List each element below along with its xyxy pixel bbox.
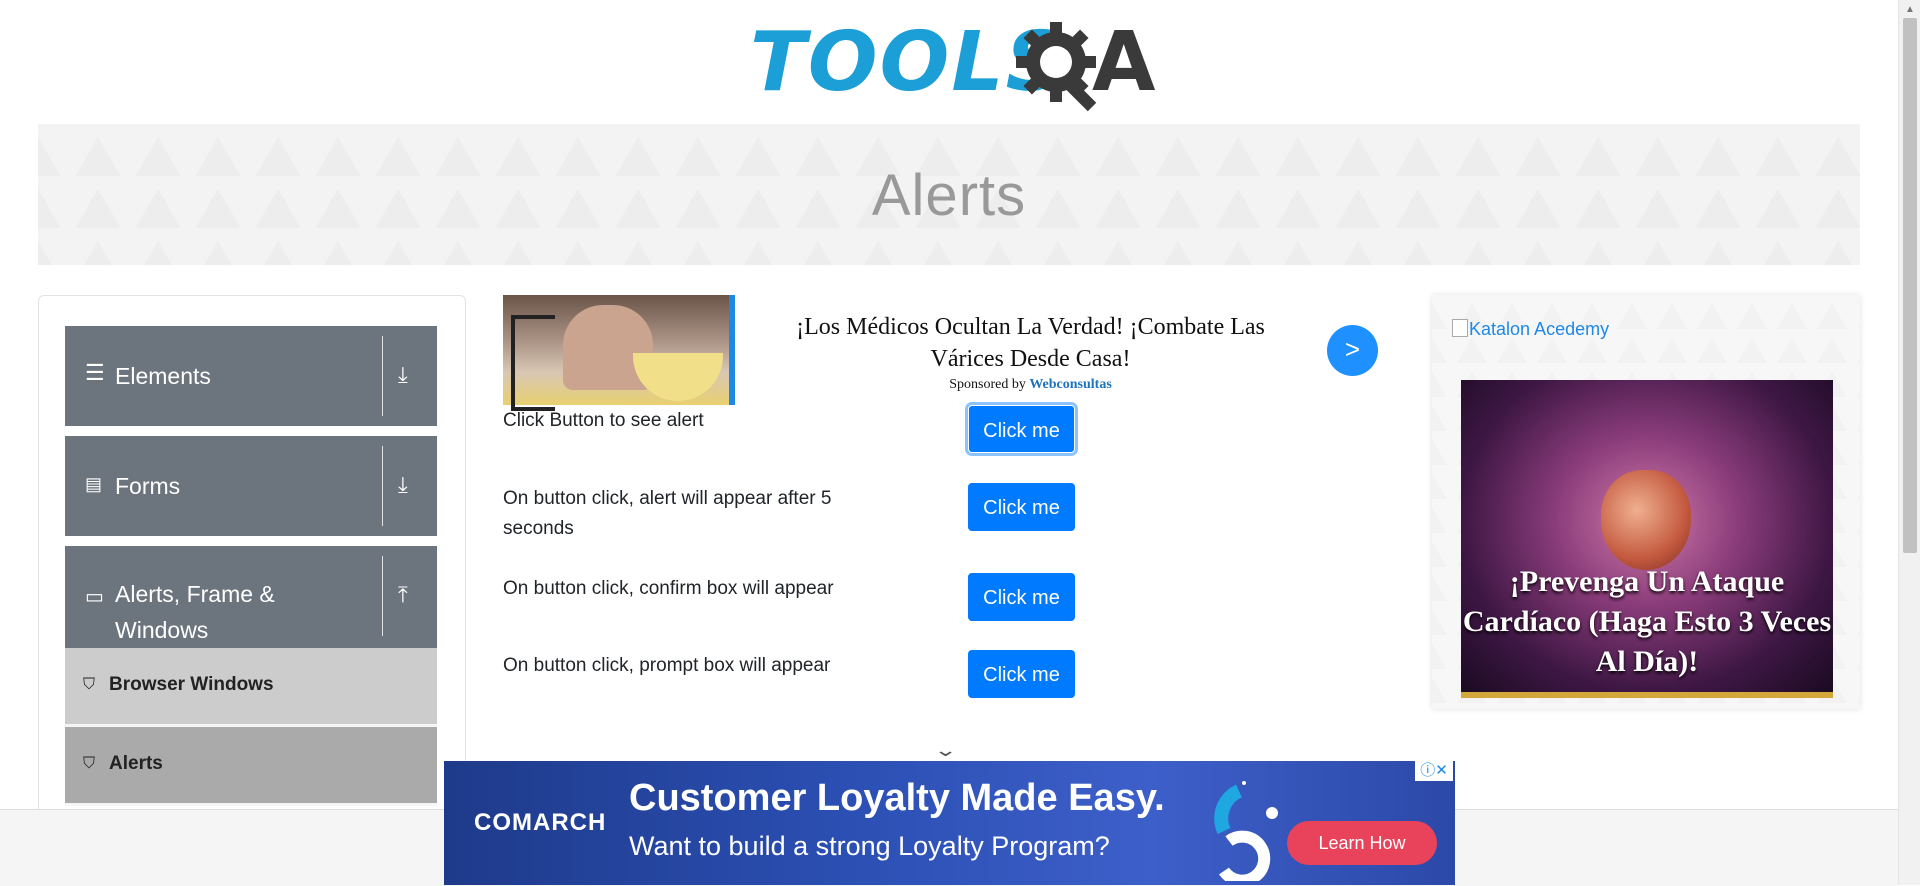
right-ad-panel: Katalon Acedemy ¡Prevenga Un Ataque Card…	[1432, 295, 1860, 709]
ad-bottom-subline: Want to build a strong Loyalty Program?	[629, 831, 1110, 861]
alert-button[interactable]: Click me	[968, 405, 1075, 453]
learn-how-button[interactable]: Learn How	[1287, 821, 1437, 865]
sidebar-item-browser-windows[interactable]: ⛉ Browser Windows	[65, 648, 437, 727]
ad-headline[interactable]: ¡Los Médicos Ocultan La Verdad! ¡Combate…	[758, 311, 1303, 375]
sidebar-group-elements[interactable]: ☰ Elements ⤓	[65, 326, 437, 426]
sidebar-item-alerts[interactable]: ⛉ Alerts	[65, 727, 437, 806]
document-icon: ▤	[85, 474, 103, 494]
hamburger-icon: ☰	[85, 360, 105, 385]
sponsored-by-text: Sponsored by	[949, 377, 1026, 392]
sidebar-item-label: Alerts	[109, 753, 163, 774]
ad-decoration-icon	[1214, 781, 1278, 881]
heart-ad[interactable]: ¡Prevenga Un Ataque Cardíaco (Haga Esto …	[1461, 380, 1833, 698]
sidebar-group-forms[interactable]: ▤ Forms ⤓	[65, 436, 437, 536]
timer-alert-row-label: On button click, alert will appear after…	[503, 488, 832, 539]
window-icon: ▭	[85, 586, 104, 608]
logo-a-letter: A	[1092, 15, 1156, 110]
sidebar-item-label: Browser Windows	[109, 674, 274, 695]
page: TOOLS A Alerts ☰ Elements ⤓ ▤ Forms ⤓ ▭ …	[0, 0, 1898, 885]
divider	[382, 556, 383, 636]
ad-sponsor-line: Sponsored by Webconsultas	[758, 377, 1303, 393]
html5-icon: ⛉	[83, 676, 96, 693]
vertical-scrollbar[interactable]: ▲	[1898, 0, 1920, 885]
sidebar-group-alerts-frame-windows[interactable]: ▭ Alerts, Frame & Windows ⤒	[65, 546, 437, 648]
broken-image-icon	[1452, 319, 1468, 337]
download-arrow-icon: ⤓	[398, 362, 408, 387]
prompt-button[interactable]: Click me	[968, 650, 1075, 698]
adchoices-close-icon[interactable]: ⓘ✕	[1415, 761, 1453, 781]
sidebar-group-label: Elements	[115, 363, 211, 389]
left-sidebar: ☰ Elements ⤓ ▤ Forms ⤓ ▭ Alerts, Frame &…	[38, 295, 466, 885]
toolsqa-logo[interactable]: TOOLS A	[750, 18, 1155, 114]
ad-bottom-headline: Customer Loyalty Made Easy.	[629, 777, 1165, 819]
download-arrow-icon: ⤓	[398, 472, 408, 497]
chevron-down-icon[interactable]: ⌄	[933, 740, 957, 761]
katalon-alt-text: Katalon Acedemy	[1469, 319, 1610, 339]
ad-brand: COMARCH	[474, 809, 607, 836]
divider	[382, 446, 383, 526]
title-banner: Alerts	[38, 124, 1860, 265]
divider	[382, 336, 383, 416]
sponsor-name[interactable]: Webconsultas	[1029, 377, 1111, 392]
prompt-row-label: On button click, prompt box will appear	[503, 655, 831, 676]
ad-image[interactable]	[503, 295, 735, 411]
katalon-image-link[interactable]: Katalon Acedemy	[1452, 319, 1609, 340]
upload-arrow-icon: ⤒	[398, 582, 408, 607]
scrollbar-thumb[interactable]	[1903, 18, 1917, 553]
confirm-row-label: On button click, confirm box will appear	[503, 578, 834, 599]
ad-image-chair	[511, 315, 555, 411]
bottom-banner-ad[interactable]: COMARCH Customer Loyalty Made Easy. Want…	[444, 761, 1455, 885]
heart-ad-headline: ¡Prevenga Un Ataque Cardíaco (Haga Esto …	[1462, 565, 1832, 678]
alert-row-label: Click Button to see alert	[503, 410, 704, 431]
ad-image-bowl	[633, 353, 723, 401]
ad-go-button[interactable]: >	[1327, 325, 1378, 376]
sponsored-ad[interactable]: ¡Los Médicos Ocultan La Verdad! ¡Combate…	[503, 295, 1383, 411]
header: TOOLS A Alerts	[0, 0, 1898, 265]
page-title: Alerts	[871, 163, 1027, 228]
html5-icon: ⛉	[83, 755, 96, 772]
sidebar-group-label: Alerts, Frame & Windows	[115, 581, 275, 643]
sidebar-group-label: Forms	[115, 473, 181, 499]
scroll-up-icon[interactable]: ▲	[1905, 4, 1915, 15]
timer-alert-button[interactable]: Click me	[968, 483, 1075, 531]
heart-image	[1601, 470, 1691, 570]
confirm-button[interactable]: Click me	[968, 573, 1075, 621]
